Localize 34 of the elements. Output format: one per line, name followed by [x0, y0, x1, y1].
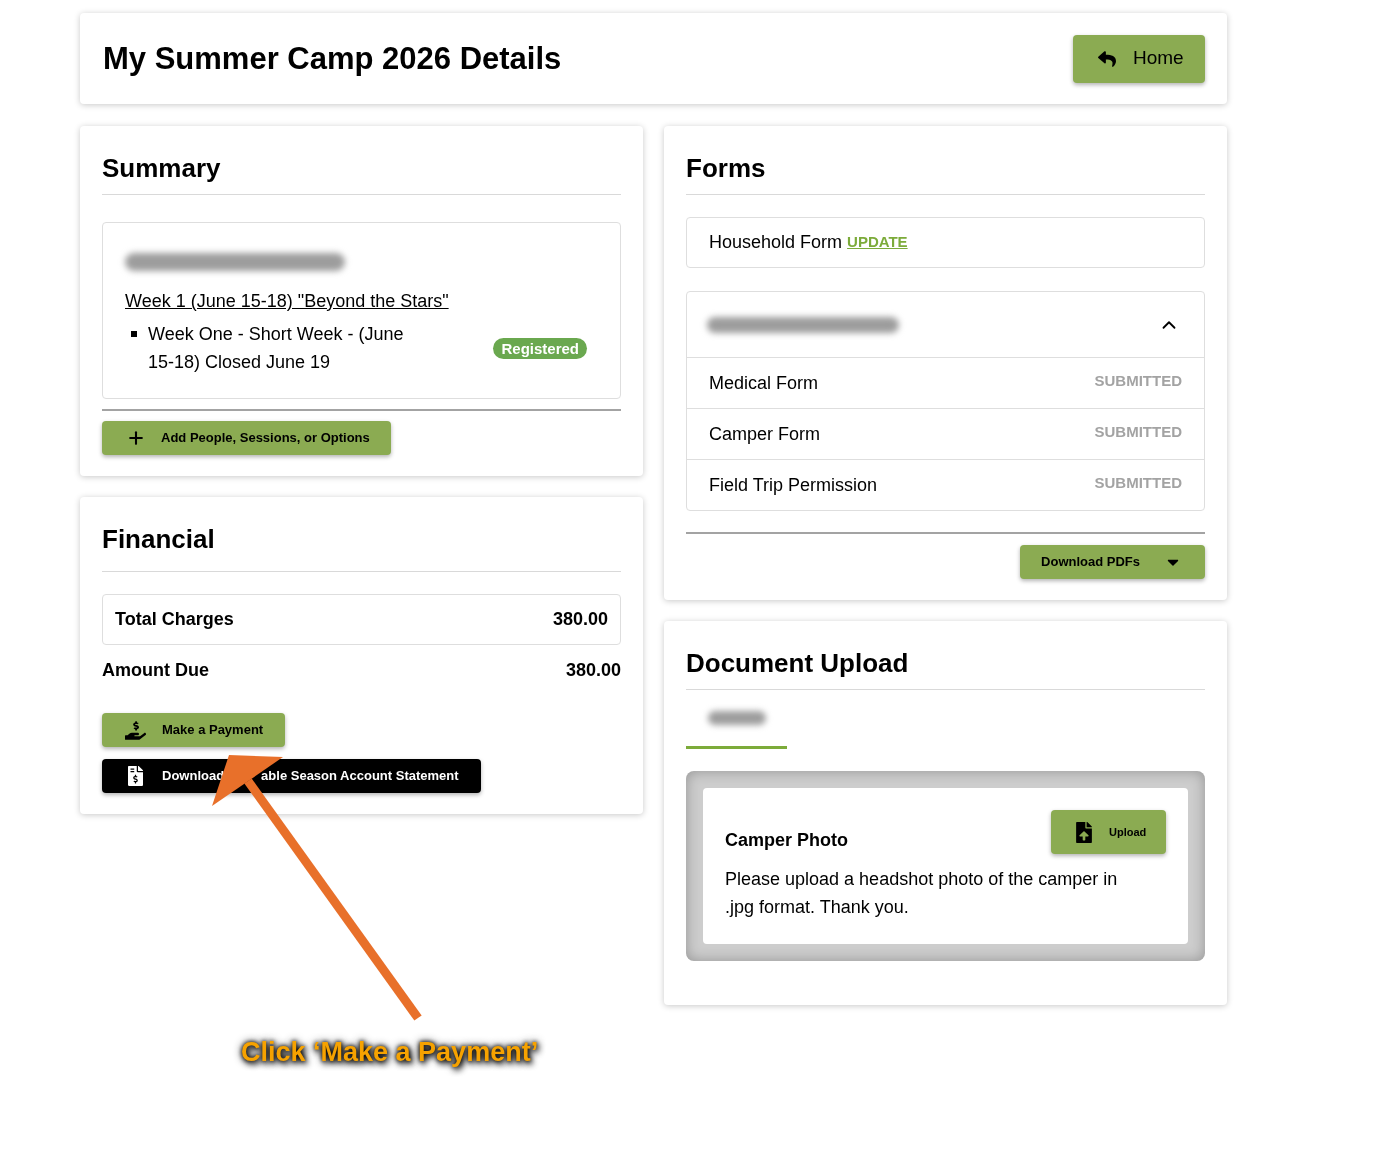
- form-name: Medical Form: [709, 371, 819, 395]
- row-value: 380.00: [565, 658, 621, 682]
- card-title: Summary: [102, 152, 221, 184]
- blurred-text: [707, 711, 766, 725]
- document-description: Please upload a headshot photo of the camper in .jpg format. Thank you.: [725, 868, 1119, 919]
- dollar-document-icon: [128, 766, 143, 786]
- row-label: Total Charges: [115, 608, 234, 631]
- plus-icon: [126, 428, 146, 448]
- form-status: SUBMITTED: [1094, 421, 1182, 442]
- card-title: Forms: [686, 152, 766, 184]
- form-name: Camper Form: [709, 422, 820, 446]
- status-badge: Registered: [493, 337, 587, 359]
- upload-button[interactable]: Upload: [1051, 810, 1166, 854]
- form-status: SUBMITTED: [1094, 370, 1182, 391]
- home-button[interactable]: Home: [1073, 34, 1205, 83]
- dollar-hand-icon: [125, 719, 146, 741]
- instruction-caption: Click ‘Make a Payment’: [241, 1036, 539, 1069]
- form-name: Household Form: [709, 231, 843, 254]
- row-value: 380.00: [552, 608, 608, 631]
- card-title: Financial: [102, 523, 215, 555]
- file-upload-icon: [1076, 821, 1092, 843]
- bullet-icon: [131, 331, 137, 337]
- form-status: SUBMITTED: [1094, 472, 1182, 493]
- reply-arrow-icon: [1097, 49, 1117, 68]
- form-name: Field Trip Permission: [709, 473, 878, 497]
- session-link[interactable]: Week 1 (June 15-18) "Beyond the Stars": [125, 289, 449, 313]
- make-payment-button[interactable]: Make a Payment: [102, 713, 286, 747]
- page-title: My Summer Camp 2026 Details: [103, 39, 562, 78]
- document-title: Camper Photo: [725, 829, 848, 851]
- card-title: Document Upload: [686, 647, 909, 679]
- add-people-button[interactable]: Add People, Sessions, or Options: [102, 421, 391, 455]
- download-pdfs-button[interactable]: Download PDFs: [1020, 545, 1205, 579]
- session-option: Week One - Short Week - (June 15-18) Closed June 19: [148, 320, 423, 376]
- row-label: Amount Due: [102, 658, 209, 682]
